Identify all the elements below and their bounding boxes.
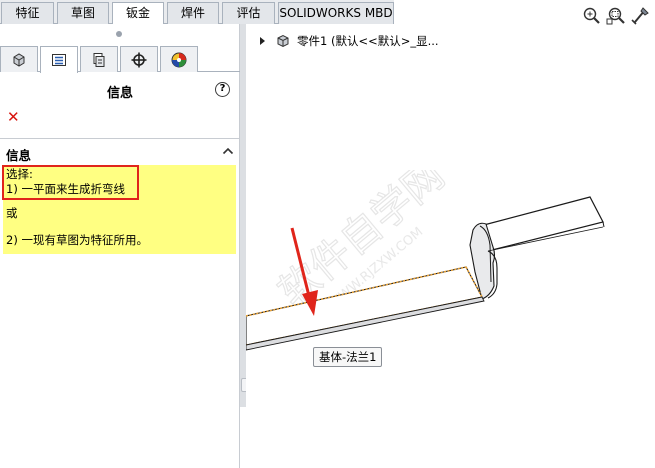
- dimxpert-tab[interactable]: [120, 46, 158, 72]
- cancel-button[interactable]: ✕: [7, 108, 20, 126]
- configuration-manager-icon: [93, 52, 105, 67]
- tab-label: 钣金: [125, 6, 150, 20]
- property-manager-panel: 信息 ? ✕ 信息 选择: 1) 一平面来生成折弯线 或 2) 一现有草图为特征…: [0, 24, 240, 468]
- configuration-manager-tab[interactable]: [80, 46, 118, 72]
- part-icon: [277, 34, 289, 48]
- panel-title: 信息: [106, 86, 133, 101]
- section-title: 信息: [6, 148, 32, 163]
- manager-icon-tabs: [0, 46, 240, 73]
- panel-grip[interactable]: [116, 31, 122, 37]
- part-name: 零件1 (默认<<默认>_显...: [297, 34, 439, 48]
- zoom-to-area-icon[interactable]: [606, 6, 626, 26]
- help-button[interactable]: ?: [215, 82, 230, 97]
- highlight-box: [2, 165, 139, 200]
- property-manager-icon: [52, 54, 66, 66]
- view-toolbar: [582, 6, 652, 28]
- message-line: 或: [6, 206, 18, 220]
- feature-manager-icon: [13, 52, 25, 67]
- tab-label: 评估: [236, 6, 261, 20]
- command-tab-bar: 特征 草图 钣金 焊件 评估 SOLIDWORKS MBD: [0, 0, 394, 25]
- tab-weldments[interactable]: 焊件: [167, 2, 219, 24]
- panel-divider: [0, 138, 240, 139]
- tab-evaluate[interactable]: 评估: [222, 2, 275, 24]
- tab-label: 草图: [70, 6, 95, 20]
- dimxpert-icon: [131, 52, 147, 67]
- tab-label: 特征: [15, 6, 40, 20]
- zoom-to-fit-icon[interactable]: [582, 6, 602, 26]
- tab-sketch[interactable]: 草图: [57, 2, 109, 24]
- previous-view-icon[interactable]: [630, 6, 650, 26]
- feature-tree-flyout[interactable]: 零件1 (默认<<默认>_显...: [260, 33, 439, 49]
- property-manager-tab[interactable]: [40, 46, 78, 73]
- message-line: 2) 一现有草图为特征所用。: [6, 233, 148, 247]
- chevron-up-icon[interactable]: [222, 146, 234, 156]
- solidworks-window: 特征 草图 钣金 焊件 评估 SOLIDWORKS MBD 信息 ? ✕ 信息 …: [0, 0, 655, 468]
- display-manager-tab[interactable]: [160, 46, 198, 72]
- expand-caret-icon[interactable]: [260, 37, 265, 45]
- tab-label: 焊件: [180, 6, 205, 20]
- tab-features[interactable]: 特征: [1, 2, 54, 24]
- feature-manager-tab[interactable]: [0, 46, 38, 72]
- sheet-metal-part[interactable]: [246, 24, 655, 468]
- tab-sheet-metal[interactable]: 钣金: [112, 2, 164, 25]
- tab-solidworks-mbd[interactable]: SOLIDWORKS MBD: [278, 2, 394, 24]
- feature-tooltip: 基体-法兰1: [313, 347, 383, 367]
- display-manager-icon: [171, 52, 187, 67]
- tab-label: SOLIDWORKS MBD: [279, 6, 393, 20]
